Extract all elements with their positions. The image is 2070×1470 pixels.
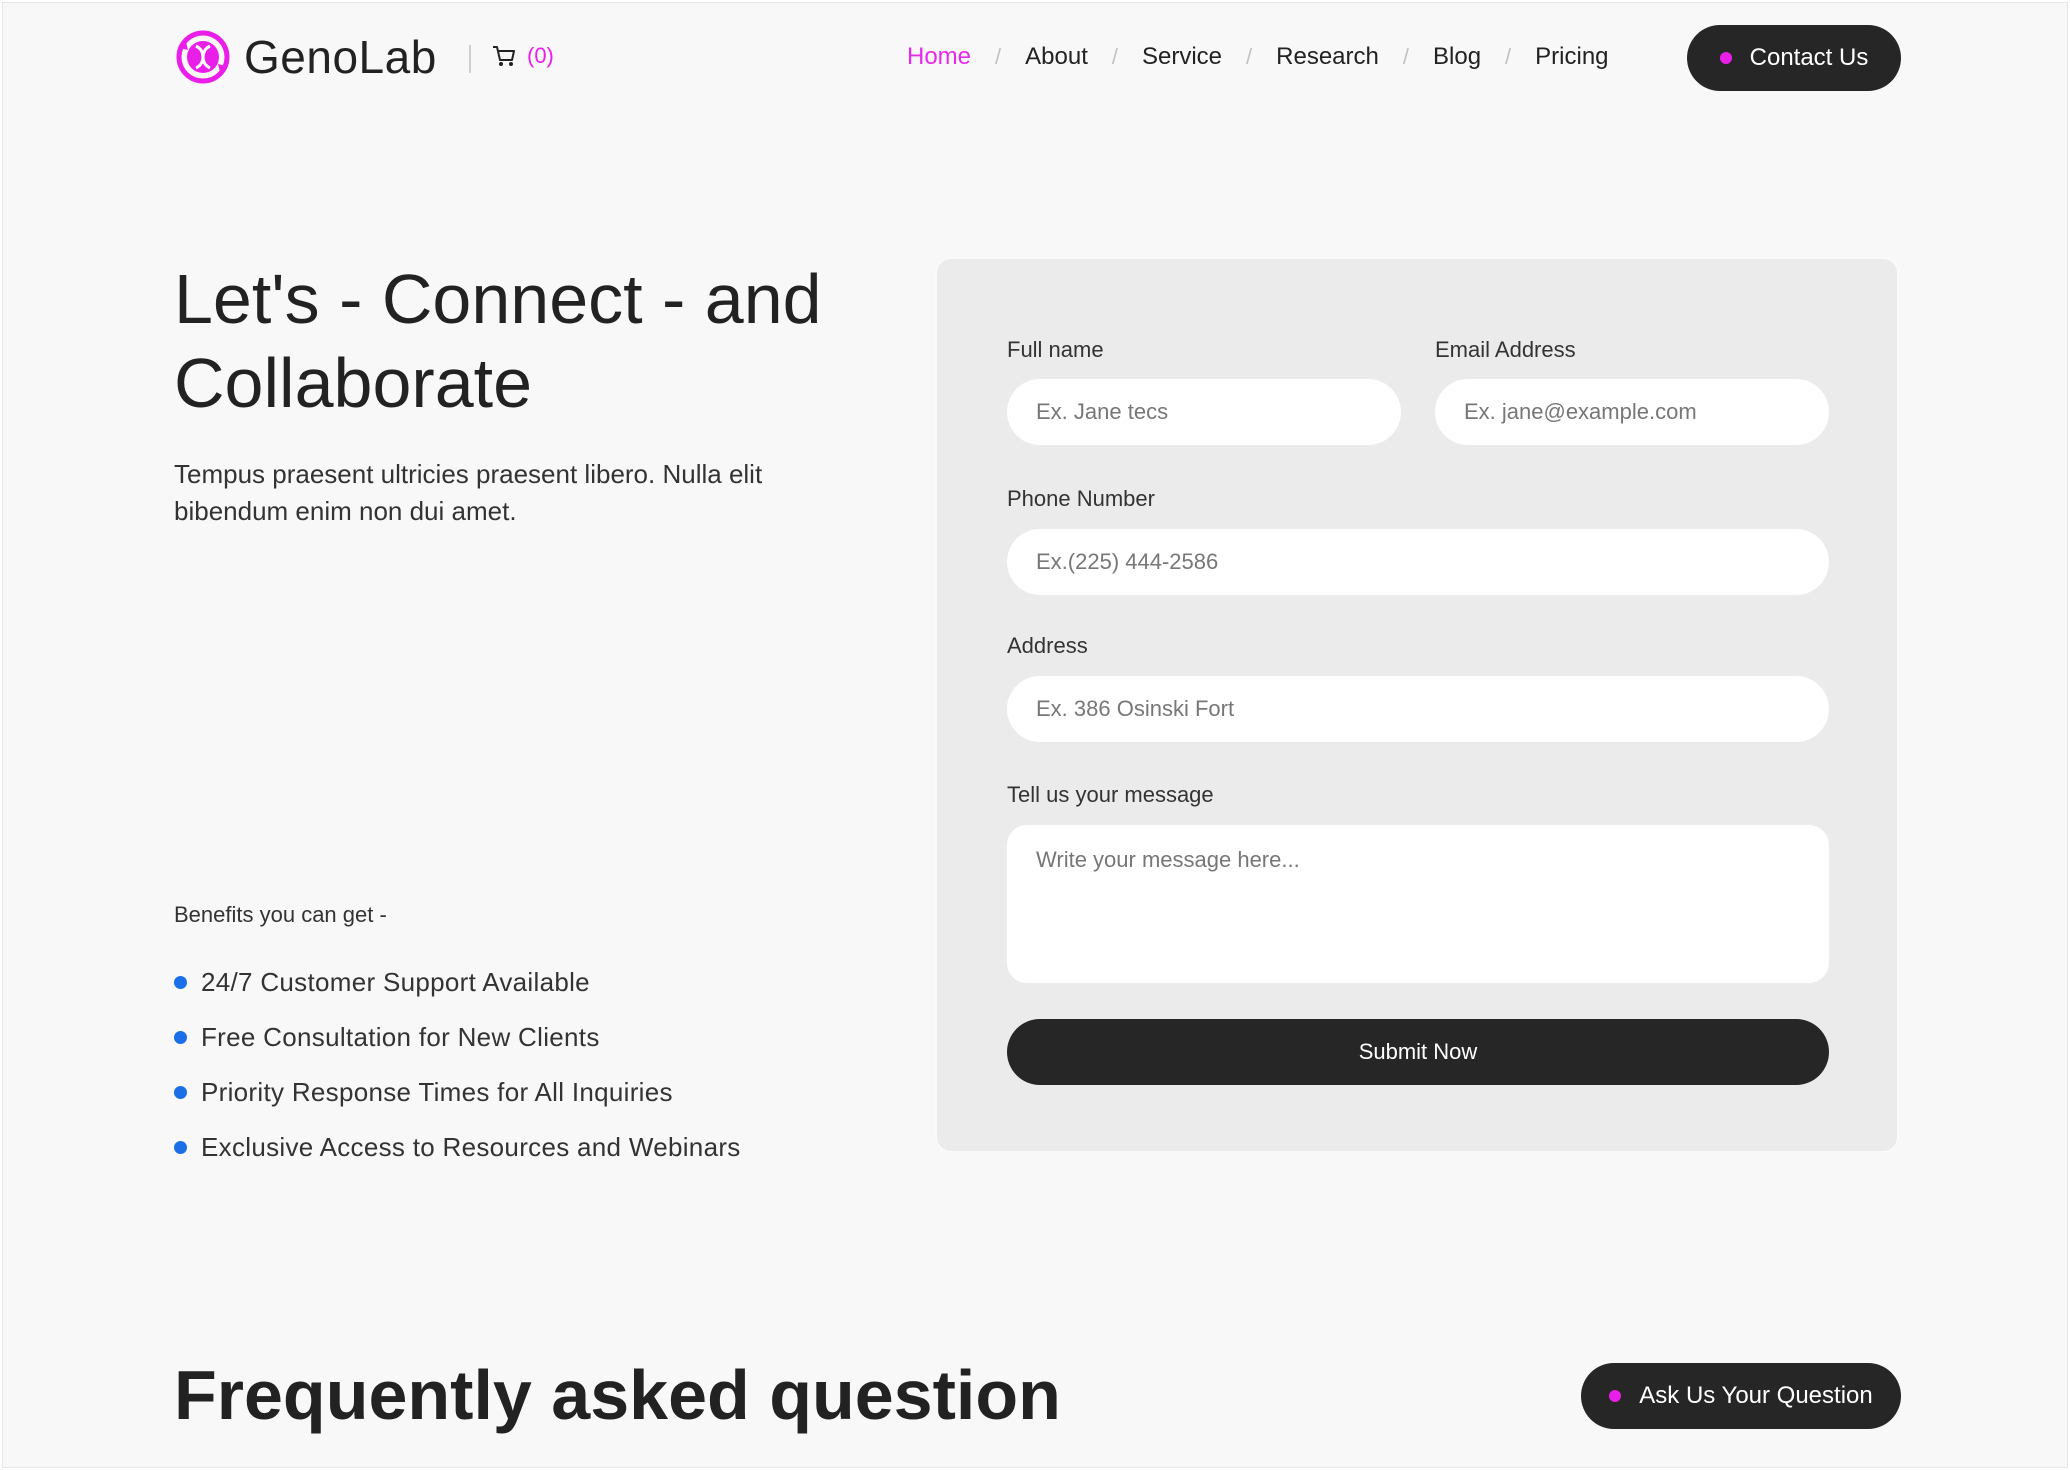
benefit-text: Priority Response Times for All Inquirie… (201, 1077, 673, 1107)
phone-placeholder: Ex.(225) 444-2586 (1036, 549, 1219, 574)
hero-title-line2: Collaborate (174, 344, 532, 422)
benefits-list: 24/7 Customer Support Available Free Con… (174, 955, 741, 1175)
phone-field[interactable]: Ex.(225) 444-2586 (1007, 529, 1829, 595)
main-nav: Home / About / Service / Research / Blog… (907, 43, 1609, 71)
brand-logo[interactable]: GenoLab (174, 28, 437, 86)
nav-separator: / (1111, 44, 1118, 69)
bullet-icon (174, 1086, 187, 1099)
email-label: Email Address (1435, 337, 1576, 362)
contact-us-button[interactable]: Contact Us (1687, 25, 1901, 91)
cart-icon (493, 46, 515, 66)
list-item: Free Consultation for New Clients (174, 1010, 741, 1065)
full-name-placeholder: Ex. Jane tecs (1036, 399, 1169, 424)
dot-icon (1719, 52, 1732, 64)
dna-logo-icon (176, 30, 230, 84)
hero-title-line1: Let's - Connect - and (174, 260, 822, 338)
nav-separator: / (1505, 44, 1512, 69)
benefit-text: Exclusive Access to Resources and Webina… (201, 1132, 741, 1162)
hero-description: Tempus praesent ultricies praesent liber… (174, 459, 763, 526)
contact-form: Full name Ex. Jane tecs Email Address Ex… (935, 257, 1899, 1153)
full-name-label: Full name (1007, 337, 1104, 362)
cart-count: (0) (527, 43, 554, 68)
full-name-field[interactable]: Ex. Jane tecs (1007, 379, 1401, 445)
bullet-icon (174, 976, 187, 989)
nav-about[interactable]: About (1025, 43, 1088, 71)
nav-home[interactable]: Home (907, 43, 971, 71)
site-header: GenoLab (0) Home / About / Service / Res… (3, 3, 2067, 115)
benefit-text: Free Consultation for New Clients (201, 1022, 600, 1052)
cart-button[interactable]: (0) (491, 43, 554, 69)
nav-pricing[interactable]: Pricing (1535, 43, 1608, 71)
nav-research[interactable]: Research (1276, 43, 1379, 71)
email-placeholder: Ex. jane@example.com (1464, 399, 1697, 424)
email-field[interactable]: Ex. jane@example.com (1435, 379, 1829, 445)
nav-blog[interactable]: Blog (1433, 43, 1481, 71)
benefits-title: Benefits you can get - (174, 902, 387, 927)
ask-question-button[interactable]: Ask Us Your Question (1581, 1363, 1901, 1429)
list-item: Exclusive Access to Resources and Webina… (174, 1120, 741, 1175)
brand-name: GenoLab (244, 31, 437, 83)
address-field[interactable]: Ex. 386 Osinski Fort (1007, 676, 1829, 742)
phone-label: Phone Number (1007, 486, 1155, 511)
bullet-icon (174, 1031, 187, 1044)
message-label: Tell us your message (1007, 782, 1214, 807)
nav-separator: / (995, 44, 1002, 69)
message-textarea[interactable]: Write your message here... (1007, 825, 1829, 983)
page-frame: GenoLab (0) Home / About / Service / Res… (2, 2, 2068, 1468)
nav-separator: / (1246, 44, 1253, 69)
ask-question-label: Ask Us Your Question (1639, 1382, 1873, 1409)
nav-separator: / (1402, 44, 1409, 69)
list-item: Priority Response Times for All Inquirie… (174, 1065, 741, 1120)
address-label: Address (1007, 633, 1088, 658)
list-item: 24/7 Customer Support Available (174, 955, 741, 1010)
benefit-text: 24/7 Customer Support Available (201, 967, 590, 997)
address-placeholder: Ex. 386 Osinski Fort (1036, 696, 1235, 721)
nav-service[interactable]: Service (1142, 43, 1222, 71)
dot-icon (1609, 1390, 1622, 1402)
faq-title: Frequently asked question (174, 1356, 1061, 1434)
message-placeholder: Write your message here... (1036, 847, 1300, 872)
hero-title: Let's - Connect - and Collaborate (174, 257, 894, 425)
header-divider (469, 45, 471, 73)
bullet-icon (174, 1141, 187, 1154)
submit-button[interactable]: Submit Now (1007, 1019, 1829, 1085)
contact-us-label: Contact Us (1749, 44, 1869, 71)
